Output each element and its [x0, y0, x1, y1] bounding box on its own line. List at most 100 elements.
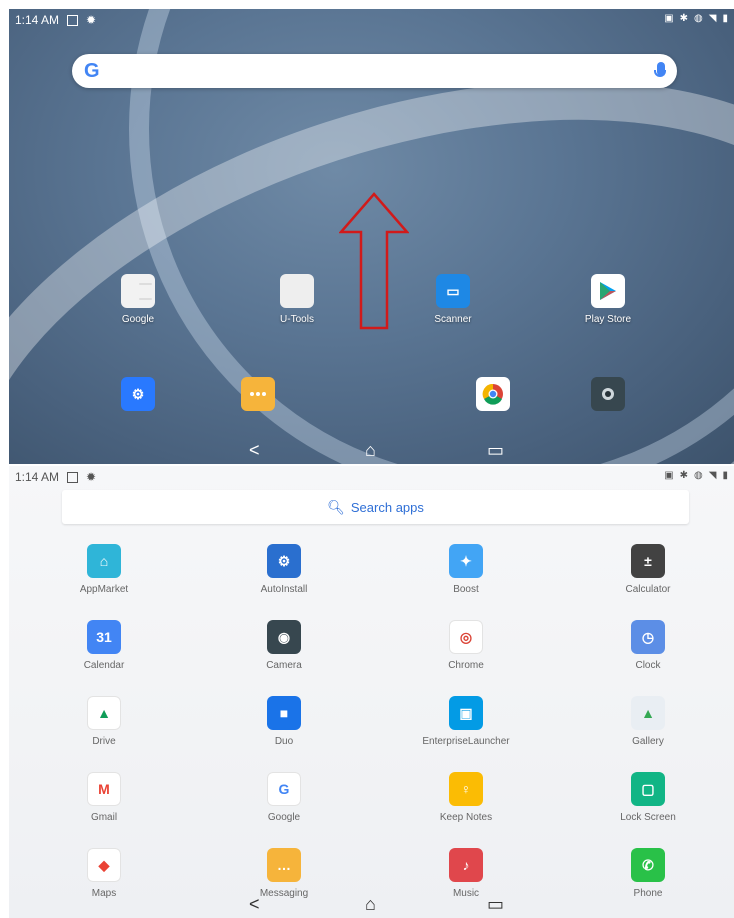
settings-icon: ⚙: [121, 377, 155, 411]
music-icon: ♪: [449, 848, 483, 882]
drawer-app-appmarket[interactable]: ⌂ AppMarket: [49, 544, 159, 595]
app-label: Google: [121, 314, 155, 325]
status-bar: 1:14 AM ✹ ▣ ✱ ◍ ◥ ▮: [9, 466, 734, 488]
status-time: 1:14 AM: [15, 13, 60, 27]
camera-icon: [591, 377, 625, 411]
recents-button[interactable]: ▭: [487, 894, 504, 915]
home-button[interactable]: ⌂: [365, 894, 376, 915]
enterprise-launcher-icon: ▣: [449, 696, 483, 730]
home-button[interactable]: ⌂: [365, 440, 376, 461]
drawer-app-enterprise-launcher[interactable]: ▣ EnterpriseLauncher: [411, 696, 521, 747]
boost-icon: ✦: [449, 544, 483, 578]
app-label: Play Store: [584, 314, 632, 325]
app-label: Calendar: [83, 660, 125, 671]
notification-icon: [67, 471, 79, 483]
clock-icon: ◷: [631, 620, 665, 654]
drawer-app-gallery[interactable]: ▲ Gallery: [593, 696, 703, 747]
dock-messaging[interactable]: [203, 377, 313, 411]
home-app-google[interactable]: Google: [83, 274, 193, 325]
drawer-app-duo[interactable]: ■ Duo: [229, 696, 339, 747]
drawer-app-boost[interactable]: ✦ Boost: [411, 544, 521, 595]
app-label: U-Tools: [280, 314, 314, 325]
settings-notification-icon: ✹: [86, 470, 97, 484]
back-button[interactable]: <: [249, 894, 260, 915]
status-bar: 1:14 AM ✹ ▣ ✱ ◍ ◥ ▮: [9, 9, 734, 31]
scanner-icon: ▭: [436, 274, 470, 308]
back-button[interactable]: <: [249, 440, 260, 461]
app-label: Keep Notes: [439, 812, 493, 823]
drawer-app-google[interactable]: G Google: [229, 772, 339, 823]
chrome-icon: [476, 377, 510, 411]
drawer-app-gmail[interactable]: M Gmail: [49, 772, 159, 823]
maps-icon: ◆: [87, 848, 121, 882]
app-label: EnterpriseLauncher: [422, 736, 510, 747]
drawer-app-calendar[interactable]: 31 Calendar: [49, 620, 159, 671]
app-label: AppMarket: [79, 584, 129, 595]
gmail-icon: M: [87, 772, 121, 806]
appmarket-icon: ⌂: [87, 544, 121, 578]
app-label: Drive: [92, 736, 116, 747]
dock-settings[interactable]: ⚙: [83, 377, 193, 411]
home-app-utools[interactable]: U-Tools: [242, 274, 352, 325]
drive-icon: ▲: [87, 696, 121, 730]
notification-icon: [67, 14, 79, 26]
drawer-app-clock[interactable]: ◷ Clock: [593, 620, 703, 671]
app-label: Gallery: [632, 736, 664, 747]
home-screen: 1:14 AM ✹ ▣ ✱ ◍ ◥ ▮ G Google U-Tools ▭ S…: [9, 9, 734, 464]
app-label: Calculator: [625, 584, 671, 595]
drawer-app-lock-screen[interactable]: ▢ Lock Screen: [593, 772, 703, 823]
nav-bar: < ⌂ ▭: [9, 434, 734, 464]
chrome-icon: ◎: [449, 620, 483, 654]
drawer-app-keep-notes[interactable]: ♀ Keep Notes: [411, 772, 521, 823]
phone-icon: ✆: [631, 848, 665, 882]
calculator-icon: ±: [631, 544, 665, 578]
wifi-icon: ◥: [708, 470, 717, 481]
drawer-app-chrome[interactable]: ◎ Chrome: [411, 620, 521, 671]
search-apps-bar[interactable]: 🔍︎ Search apps: [62, 490, 689, 524]
app-label: Camera: [266, 660, 302, 671]
mic-icon[interactable]: [654, 62, 666, 77]
home-app-play-store[interactable]: Play Store: [553, 274, 663, 325]
dock-chrome[interactable]: [438, 377, 548, 411]
app-label: Scanner: [434, 314, 472, 325]
vibrate-icon: ◍: [694, 13, 703, 24]
drawer-app-calculator[interactable]: ± Calculator: [593, 544, 703, 595]
google-icon: G: [267, 772, 301, 806]
app-label: Chrome: [448, 660, 484, 671]
app-label: Google: [267, 812, 301, 823]
app-label: Lock Screen: [620, 812, 676, 823]
battery-icon: ▮: [722, 470, 728, 481]
app-label: Gmail: [90, 812, 118, 823]
home-app-scanner[interactable]: ▭ Scanner: [398, 274, 508, 325]
duo-icon: ■: [267, 696, 301, 730]
nav-bar: < ⌂ ▭: [9, 888, 734, 918]
drawer-app-camera[interactable]: ◉ Camera: [229, 620, 339, 671]
app-label: Clock: [635, 660, 661, 671]
search-apps-label: Search apps: [350, 499, 424, 515]
status-time: 1:14 AM: [15, 470, 60, 484]
lock-screen-icon: ▢: [631, 772, 665, 806]
google-search-bar[interactable]: G: [72, 54, 677, 88]
google-folder-icon: [121, 274, 155, 308]
recents-button[interactable]: ▭: [487, 440, 504, 461]
app-label: AutoInstall: [260, 584, 308, 595]
app-label: Boost: [453, 584, 479, 595]
keep-notes-icon: ♀: [449, 772, 483, 806]
messaging-icon: [241, 377, 275, 411]
screenshot-icon: ▣: [664, 470, 674, 481]
google-logo-icon: G: [84, 60, 100, 82]
drawer-app-drive[interactable]: ▲ Drive: [49, 696, 159, 747]
autoinstall-icon: ⚙: [267, 544, 301, 578]
vibrate-icon: ◍: [694, 470, 703, 481]
gallery-icon: ▲: [631, 696, 665, 730]
search-icon: 🔍︎: [327, 498, 345, 515]
drawer-app-autoinstall[interactable]: ⚙ AutoInstall: [229, 544, 339, 595]
camera-icon: ◉: [267, 620, 301, 654]
settings-notification-icon: ✹: [86, 13, 97, 27]
app-label: Duo: [274, 736, 294, 747]
wifi-icon: ◥: [708, 13, 717, 24]
play-store-icon: [591, 274, 625, 308]
dock-camera[interactable]: [553, 377, 663, 411]
bluetooth-icon: ✱: [679, 13, 689, 24]
bluetooth-icon: ✱: [679, 470, 689, 481]
